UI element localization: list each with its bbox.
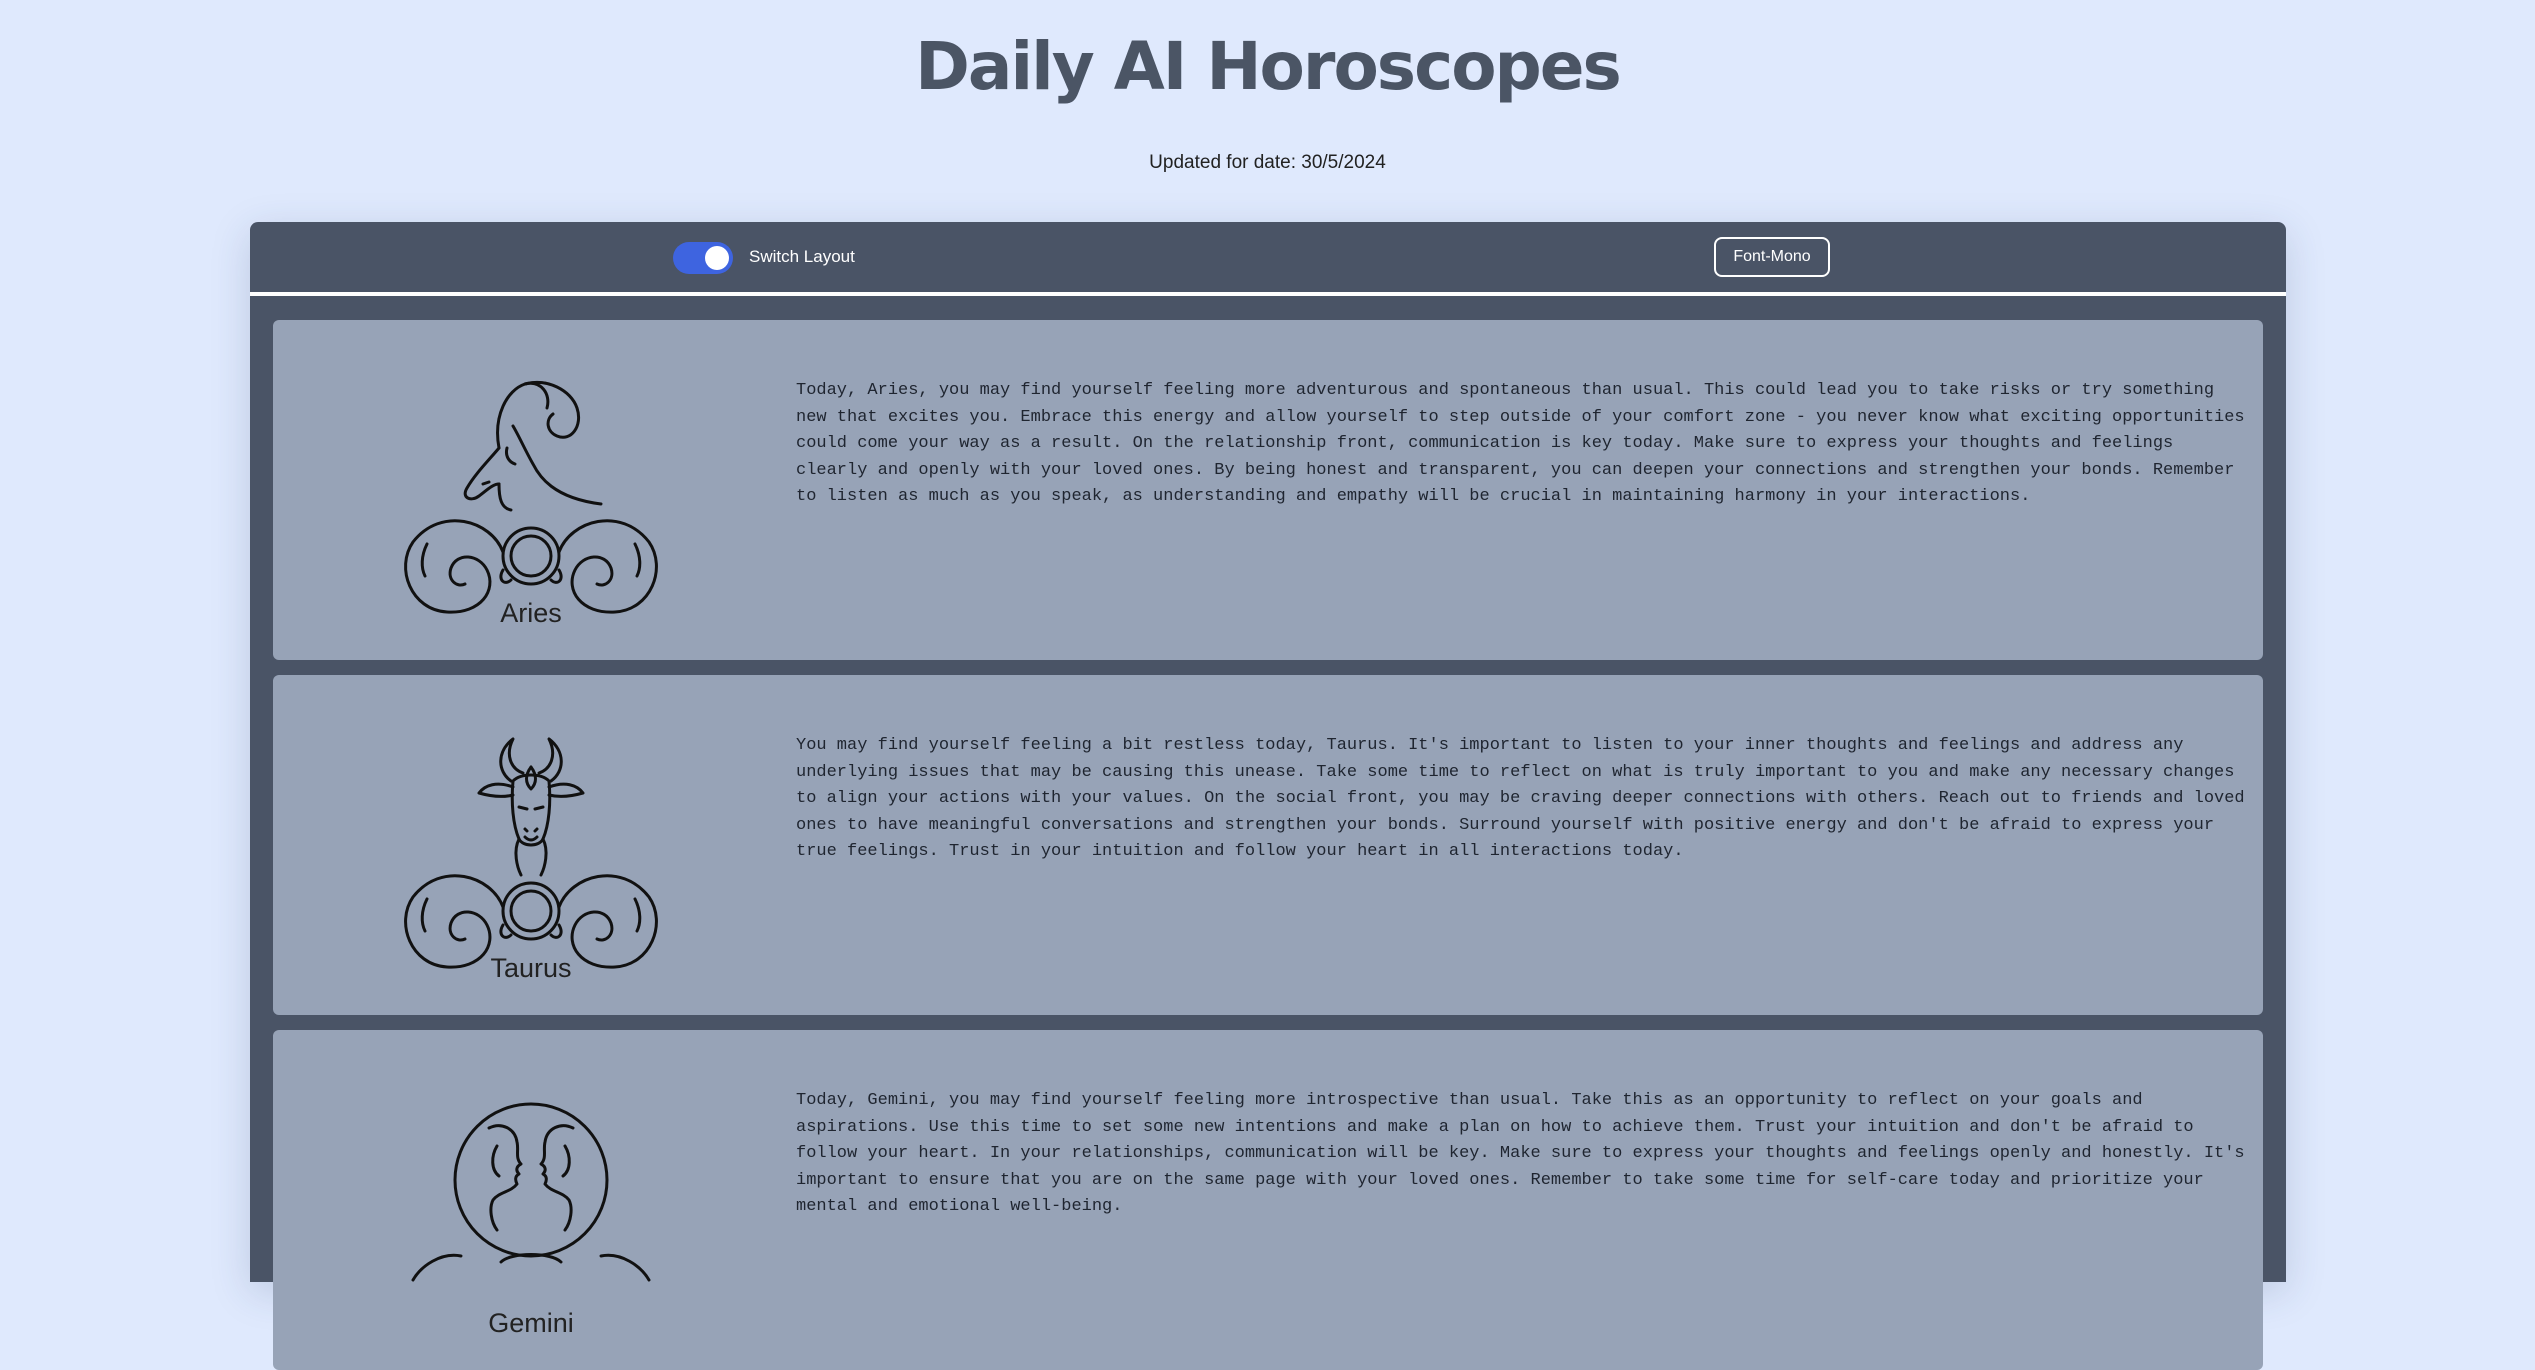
sign-name: Gemini xyxy=(488,1308,574,1338)
bull-icon xyxy=(401,711,661,981)
horoscope-panel: Switch Layout Font-Mono Aries Today, Ari… xyxy=(250,222,2286,1370)
switch-layout-label: Switch Layout xyxy=(749,247,855,266)
sign-name: Taurus xyxy=(490,953,572,983)
twins-icon xyxy=(401,1066,661,1336)
updated-date: Updated for date: 30/5/2024 xyxy=(1149,152,1386,173)
font-mono-button[interactable]: Font-Mono xyxy=(1714,237,1830,277)
horoscope-card-aries: Aries Today, Aries, you may find yoursel… xyxy=(273,320,2263,660)
horoscope-card-taurus: Taurus You may find yourself feeling a b… xyxy=(273,675,2263,1015)
switch-layout-toggle[interactable] xyxy=(673,242,733,274)
toggle-knob xyxy=(705,246,729,270)
toolbar: Switch Layout Font-Mono xyxy=(250,222,2286,292)
horoscope-text: Today, Aries, you may find yourself feel… xyxy=(796,381,2245,507)
toolbar-divider xyxy=(250,292,2286,296)
page-title: Daily AI Horoscopes xyxy=(915,28,1622,105)
horoscope-card-gemini: Gemini Today, Gemini, you may find yours… xyxy=(273,1030,2263,1370)
horoscope-text: You may find yourself feeling a bit rest… xyxy=(796,736,2245,862)
sign-name: Aries xyxy=(500,598,562,628)
ram-icon xyxy=(401,356,661,626)
horoscope-text: Today, Gemini, you may find yourself fee… xyxy=(796,1091,2245,1217)
